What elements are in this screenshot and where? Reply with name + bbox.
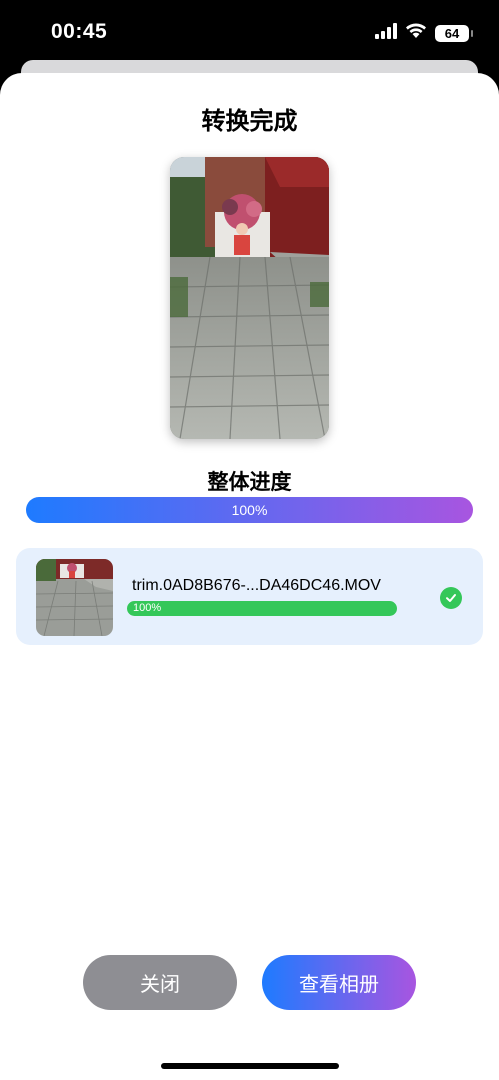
check-circle-icon	[440, 587, 462, 609]
file-progress-bar: 100%	[127, 601, 397, 616]
file-thumbnail	[36, 559, 113, 636]
home-indicator	[161, 1063, 339, 1069]
wifi-icon	[405, 23, 427, 44]
view-album-button[interactable]: 查看相册	[262, 955, 416, 1010]
status-bar: 00:45 64	[0, 0, 499, 66]
dialog-title: 转换完成	[201, 108, 298, 135]
file-list-item[interactable]: trim.0AD8B676-...DA46DC46.MOV 100%	[16, 548, 483, 645]
overall-progress-bar: 100%	[26, 497, 473, 523]
battery-icon: 64	[435, 24, 473, 42]
video-preview-image	[170, 157, 329, 439]
overall-progress-text: 100%	[231, 502, 268, 518]
status-icons: 64	[375, 22, 473, 44]
status-time: 00:45	[51, 20, 108, 43]
close-button[interactable]: 关闭	[83, 955, 237, 1010]
file-progress-text: 100%	[133, 602, 162, 614]
file-progress-fill	[127, 601, 397, 616]
file-name: trim.0AD8B676-...DA46DC46.MOV	[132, 577, 381, 594]
signal-icon	[375, 22, 397, 44]
overall-progress-label: 整体进度	[207, 471, 292, 494]
